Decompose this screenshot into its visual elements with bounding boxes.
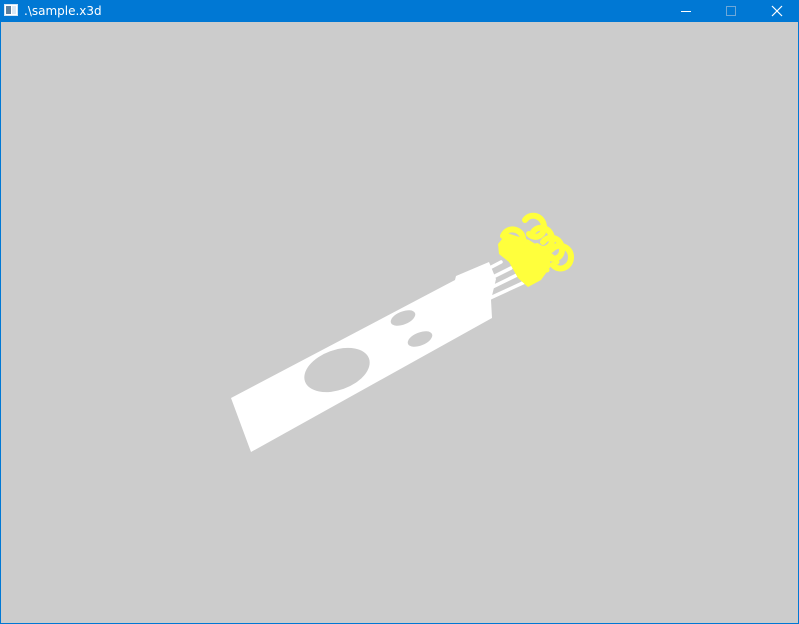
window-title: .\sample.x3d <box>24 4 102 18</box>
app-icon <box>4 4 18 16</box>
close-button[interactable] <box>754 0 799 22</box>
circuit-board <box>231 262 496 452</box>
3d-viewport[interactable] <box>2 22 799 623</box>
maximize-icon <box>726 6 736 16</box>
close-icon <box>771 5 783 17</box>
minimize-icon <box>681 11 691 12</box>
title-bar[interactable]: .\sample.x3d <box>1 0 799 22</box>
yellow-connector <box>498 212 574 287</box>
maximize-button[interactable] <box>708 0 754 22</box>
app-window: .\sample.x3d <box>0 0 799 624</box>
minimize-button[interactable] <box>663 0 709 22</box>
